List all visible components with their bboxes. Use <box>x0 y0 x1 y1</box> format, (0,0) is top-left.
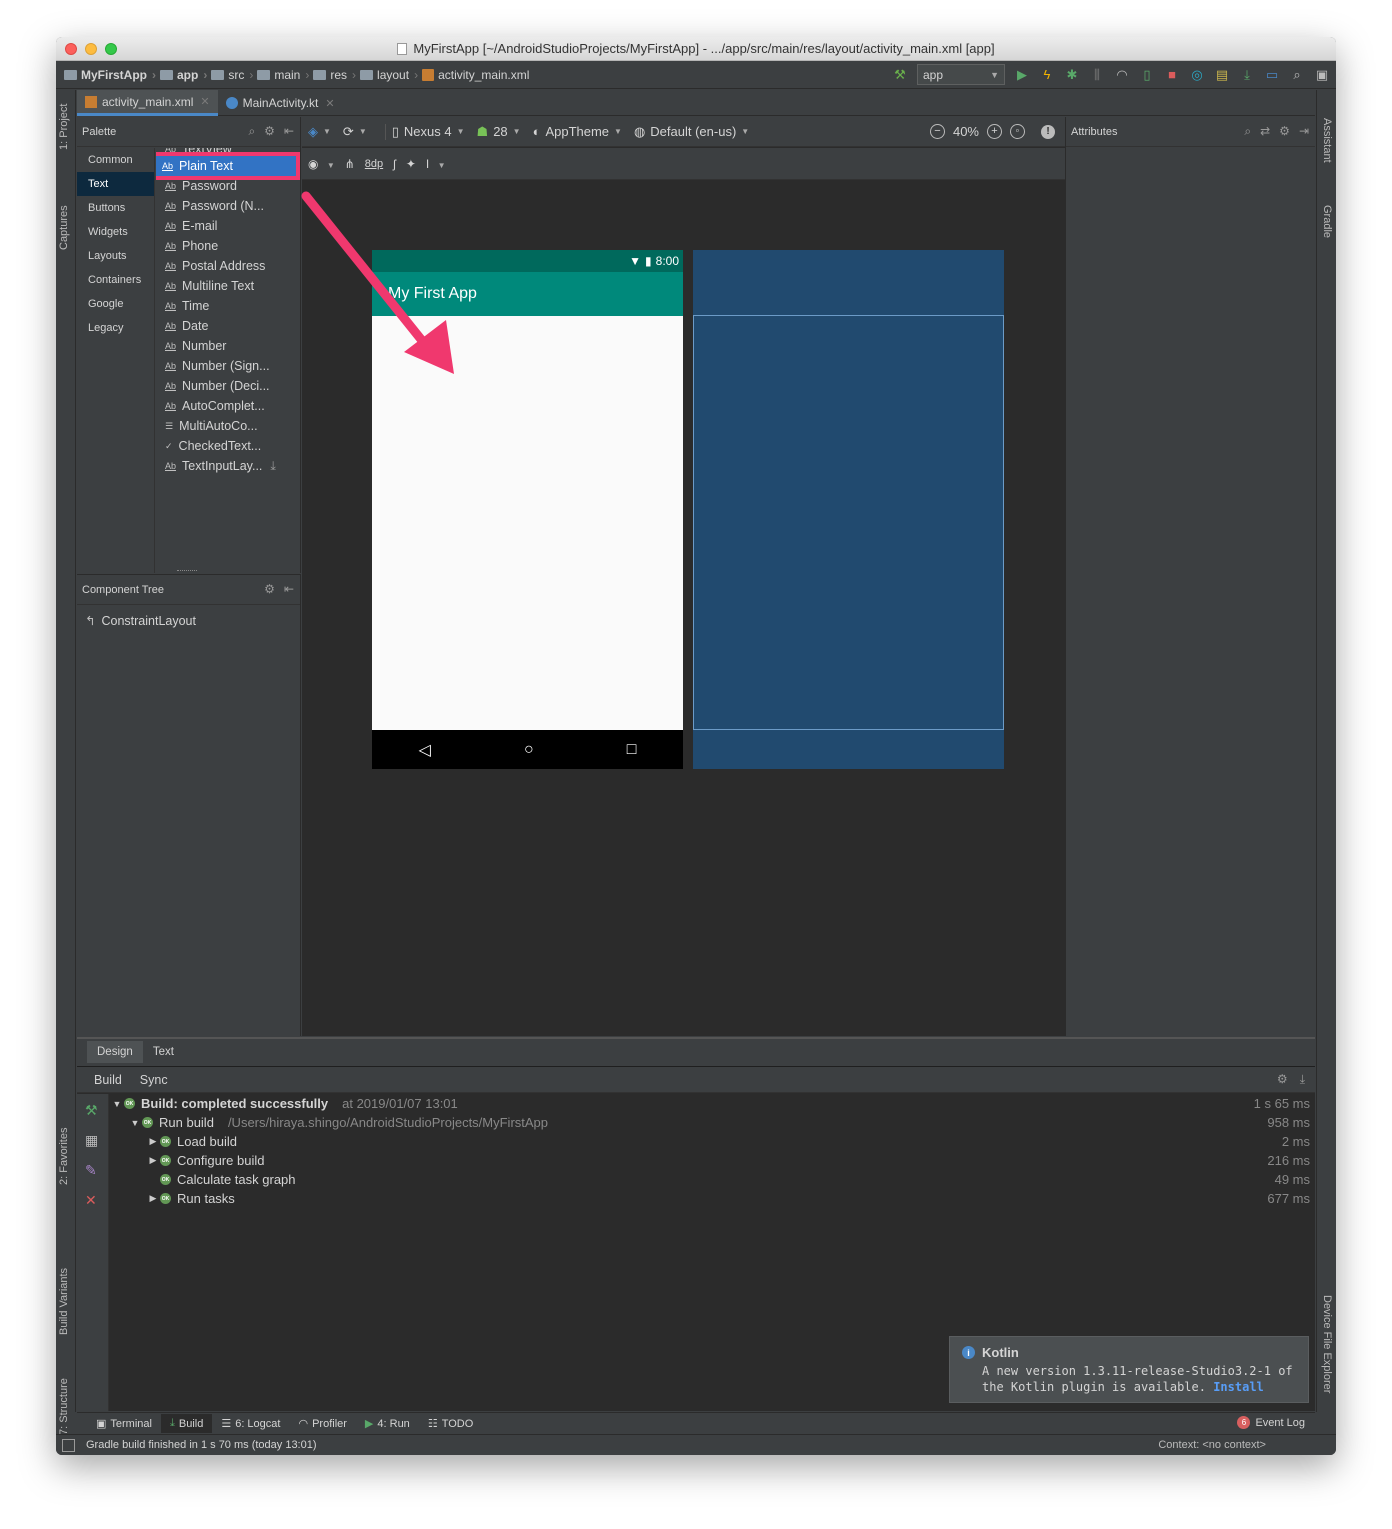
arrow-shaft <box>301 191 433 353</box>
annotation-arrow <box>301 191 454 374</box>
